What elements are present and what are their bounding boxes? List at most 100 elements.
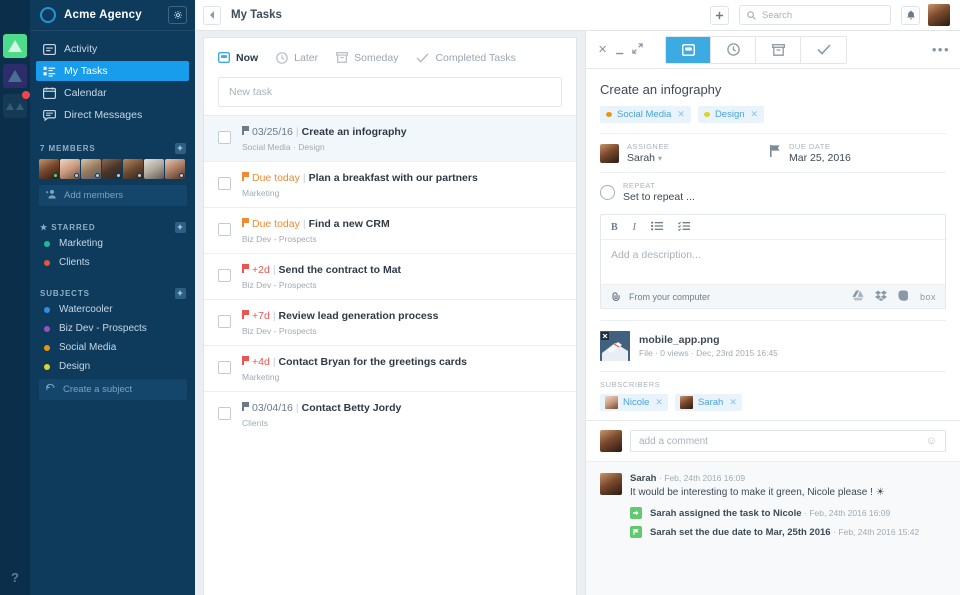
- comment-author: Sarah: [630, 473, 657, 484]
- avatar[interactable]: [102, 159, 122, 179]
- chip-social-media[interactable]: Social Media ✕: [600, 106, 691, 123]
- bullet-list-icon[interactable]: [651, 221, 664, 234]
- rail-tile-workspace-purple[interactable]: [3, 64, 27, 88]
- remove-subscriber-icon[interactable]: ✕: [655, 397, 663, 408]
- table-row[interactable]: +4d | Contact Bryan for the greetings card…: [204, 345, 576, 391]
- table-row[interactable]: Due today | Plan a breakfast with our part…: [204, 161, 576, 207]
- sidebar-item-calendar[interactable]: Calendar: [36, 83, 189, 103]
- collapse-sidebar-button[interactable]: [203, 5, 221, 25]
- chip-design[interactable]: Design ✕: [697, 106, 765, 123]
- sidebar-item-direct-messages[interactable]: Direct Messages: [36, 105, 189, 125]
- tab-later[interactable]: Later: [276, 52, 318, 64]
- sidebar-item-design[interactable]: Design: [30, 357, 195, 376]
- sidebar-item-biz-dev-prospects[interactable]: Biz Dev - Prospects: [30, 319, 195, 338]
- close-icon[interactable]: ✕: [598, 43, 607, 56]
- bold-icon[interactable]: B: [611, 222, 618, 233]
- minimize-icon[interactable]: ▁: [616, 44, 623, 55]
- task-checkbox[interactable]: [218, 223, 231, 236]
- remove-chip-icon[interactable]: ✕: [677, 109, 685, 120]
- sidebar-item-activity[interactable]: Activity: [36, 39, 189, 59]
- page-title: My Tasks: [231, 9, 282, 21]
- starred-item-label: Clients: [59, 257, 90, 268]
- task-due: +4d: [252, 356, 270, 368]
- gear-icon[interactable]: [168, 6, 187, 24]
- task-checkbox[interactable]: [218, 131, 231, 144]
- sidebar-item-marketing[interactable]: Marketing: [30, 234, 195, 253]
- avatar[interactable]: [165, 159, 185, 179]
- avatar[interactable]: [123, 159, 143, 179]
- box-icon[interactable]: box: [920, 292, 936, 302]
- task-checkbox[interactable]: [218, 269, 231, 282]
- help-button[interactable]: ?: [0, 570, 30, 585]
- check-list-icon[interactable]: [678, 221, 691, 234]
- activity-timestamp: · Feb, 24th 2016 15:42: [833, 526, 920, 537]
- expand-icon[interactable]: [632, 42, 643, 57]
- add-starred-plus-icon[interactable]: +: [175, 221, 186, 233]
- create-subject-button[interactable]: Create a subject: [39, 379, 187, 400]
- add-member-plus-icon[interactable]: +: [175, 142, 186, 154]
- tab-completed-tasks[interactable]: Completed Tasks: [416, 52, 516, 64]
- comment-input[interactable]: add a comment ☺: [630, 430, 946, 452]
- chevron-down-icon[interactable]: ▾: [658, 154, 662, 163]
- repeat-field[interactable]: REPEAT Set to repeat ...: [600, 172, 946, 211]
- add-subject-plus-icon[interactable]: +: [175, 287, 186, 299]
- activity-timestamp: · Feb, 24th 2016 16:09: [804, 507, 891, 518]
- sidebar-item-watercooler[interactable]: Watercooler: [30, 300, 195, 319]
- italic-icon[interactable]: I: [633, 222, 636, 233]
- subscriber-sarah[interactable]: Sarah ✕: [674, 394, 742, 411]
- description-input[interactable]: Add a description...: [601, 240, 945, 284]
- avatar[interactable]: [144, 159, 164, 179]
- more-options-icon[interactable]: •••: [932, 42, 950, 57]
- detail-tab-completed[interactable]: [801, 37, 846, 63]
- detail-tab-now[interactable]: [666, 36, 712, 63]
- task-title: Contact Bryan for the greetings cards: [278, 356, 468, 368]
- task-list-card: Now Later Someday Completed Tasks New ta…: [203, 37, 577, 595]
- remove-subscriber-icon[interactable]: ✕: [729, 397, 737, 408]
- table-row[interactable]: Due today | Find a new CRM Biz Dev - Prosp…: [204, 207, 576, 253]
- sidebar-item-clients[interactable]: Clients: [30, 253, 195, 272]
- rail-tile-workspace-green[interactable]: [3, 34, 27, 58]
- detail-tab-someday[interactable]: [756, 36, 802, 63]
- subscriber-nicole[interactable]: Nicole ✕: [600, 394, 668, 411]
- google-drive-icon[interactable]: [852, 288, 864, 306]
- tab-someday[interactable]: Someday: [336, 52, 398, 64]
- evernote-icon[interactable]: [898, 288, 909, 306]
- detail-tab-later[interactable]: [711, 36, 757, 63]
- new-item-button[interactable]: [710, 5, 729, 25]
- add-members-button[interactable]: Add members: [39, 185, 187, 206]
- user-avatar[interactable]: [928, 4, 950, 26]
- notification-badge: [22, 91, 30, 99]
- subject-item-label: Watercooler: [59, 304, 113, 315]
- task-checkbox[interactable]: [218, 361, 231, 374]
- triangle-icon: [8, 40, 22, 52]
- rail-tile-workspace-muted[interactable]: [3, 91, 30, 118]
- search-input[interactable]: Search: [739, 5, 891, 25]
- avatar[interactable]: [60, 159, 80, 179]
- task-checkbox[interactable]: [218, 315, 231, 328]
- dropbox-icon[interactable]: [875, 288, 887, 306]
- attachment-row[interactable]: mobile_app.png File · 0 views · Dec, 23r…: [600, 320, 946, 371]
- due-date-field[interactable]: DUE DATE Mar 25, 2016: [770, 142, 851, 164]
- task-checkbox[interactable]: [218, 177, 231, 190]
- task-due: Due today: [252, 218, 300, 230]
- paperclip-icon[interactable]: [610, 288, 623, 306]
- task-checkbox[interactable]: [218, 407, 231, 420]
- sidebar-item-my-tasks[interactable]: My Tasks: [36, 61, 189, 81]
- avatar[interactable]: [39, 159, 59, 179]
- new-task-input[interactable]: New task: [218, 77, 562, 107]
- table-row[interactable]: 03/04/16 | Contact Betty Jordy Clients: [204, 391, 576, 437]
- task-due: +2d: [252, 264, 270, 276]
- avatar[interactable]: [81, 159, 101, 179]
- sidebar-item-label: Direct Messages: [64, 109, 143, 121]
- smiley-icon[interactable]: ☺: [926, 435, 937, 447]
- assignee-field[interactable]: ASSIGNEE Sarah ▾: [600, 142, 770, 164]
- table-row[interactable]: 03/25/16 | Create an infography Social Med…: [204, 115, 576, 161]
- triangle-icon: [6, 102, 14, 110]
- notifications-button[interactable]: [901, 5, 920, 25]
- remove-chip-icon[interactable]: ✕: [751, 109, 759, 120]
- repeat-label: REPEAT: [623, 181, 656, 190]
- table-row[interactable]: +7d | Review lead generation process Biz D…: [204, 299, 576, 345]
- table-row[interactable]: +2d | Send the contract to Mat Biz Dev - P…: [204, 253, 576, 299]
- tab-now[interactable]: Now: [218, 52, 258, 64]
- sidebar-item-social-media[interactable]: Social Media: [30, 338, 195, 357]
